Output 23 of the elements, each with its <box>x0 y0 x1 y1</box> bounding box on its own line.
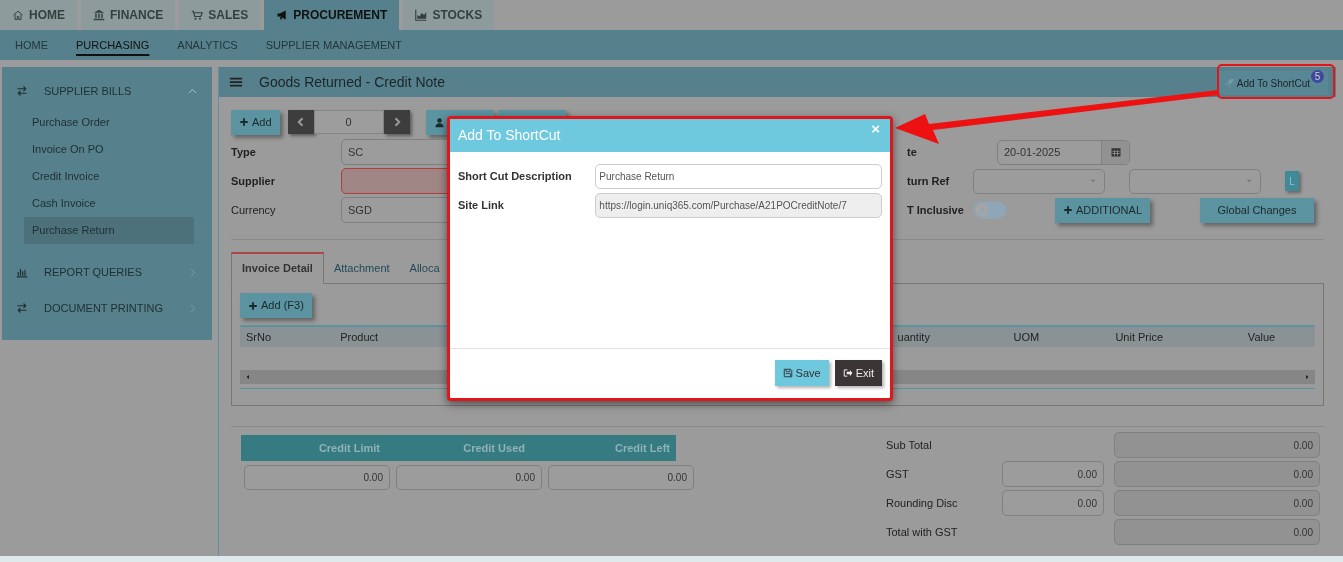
field-label: te <box>907 144 918 160</box>
total-label: Sub Total <box>886 437 933 453</box>
field-label: Short Cut Description <box>458 169 573 185</box>
column-header: Credit Used <box>462 440 526 456</box>
field-label: Currency <box>231 202 277 218</box>
field-label: T Inclusive <box>907 202 965 218</box>
column-header: uantity <box>896 329 931 345</box>
column-header: UOM <box>1012 329 1041 345</box>
column-header: SrNo <box>245 329 273 345</box>
field-label: Supplier <box>231 173 276 189</box>
total-label: Rounding Disc <box>886 495 959 511</box>
column-header: Credit Left <box>614 440 671 456</box>
field-label: Site Link <box>458 198 505 214</box>
page-title: Goods Returned - Credit Note <box>259 72 446 92</box>
field-label: Type <box>231 144 257 160</box>
column-header: Credit Limit <box>317 440 381 456</box>
column-header: Value <box>1246 329 1277 345</box>
total-label: Total with GST <box>886 524 959 540</box>
field-label: turn Ref <box>907 173 951 189</box>
count-badge: 5 <box>1311 70 1324 83</box>
total-label: GST <box>886 466 910 482</box>
column-header: Unit Price <box>1114 329 1165 345</box>
column-header: Product <box>339 329 380 345</box>
